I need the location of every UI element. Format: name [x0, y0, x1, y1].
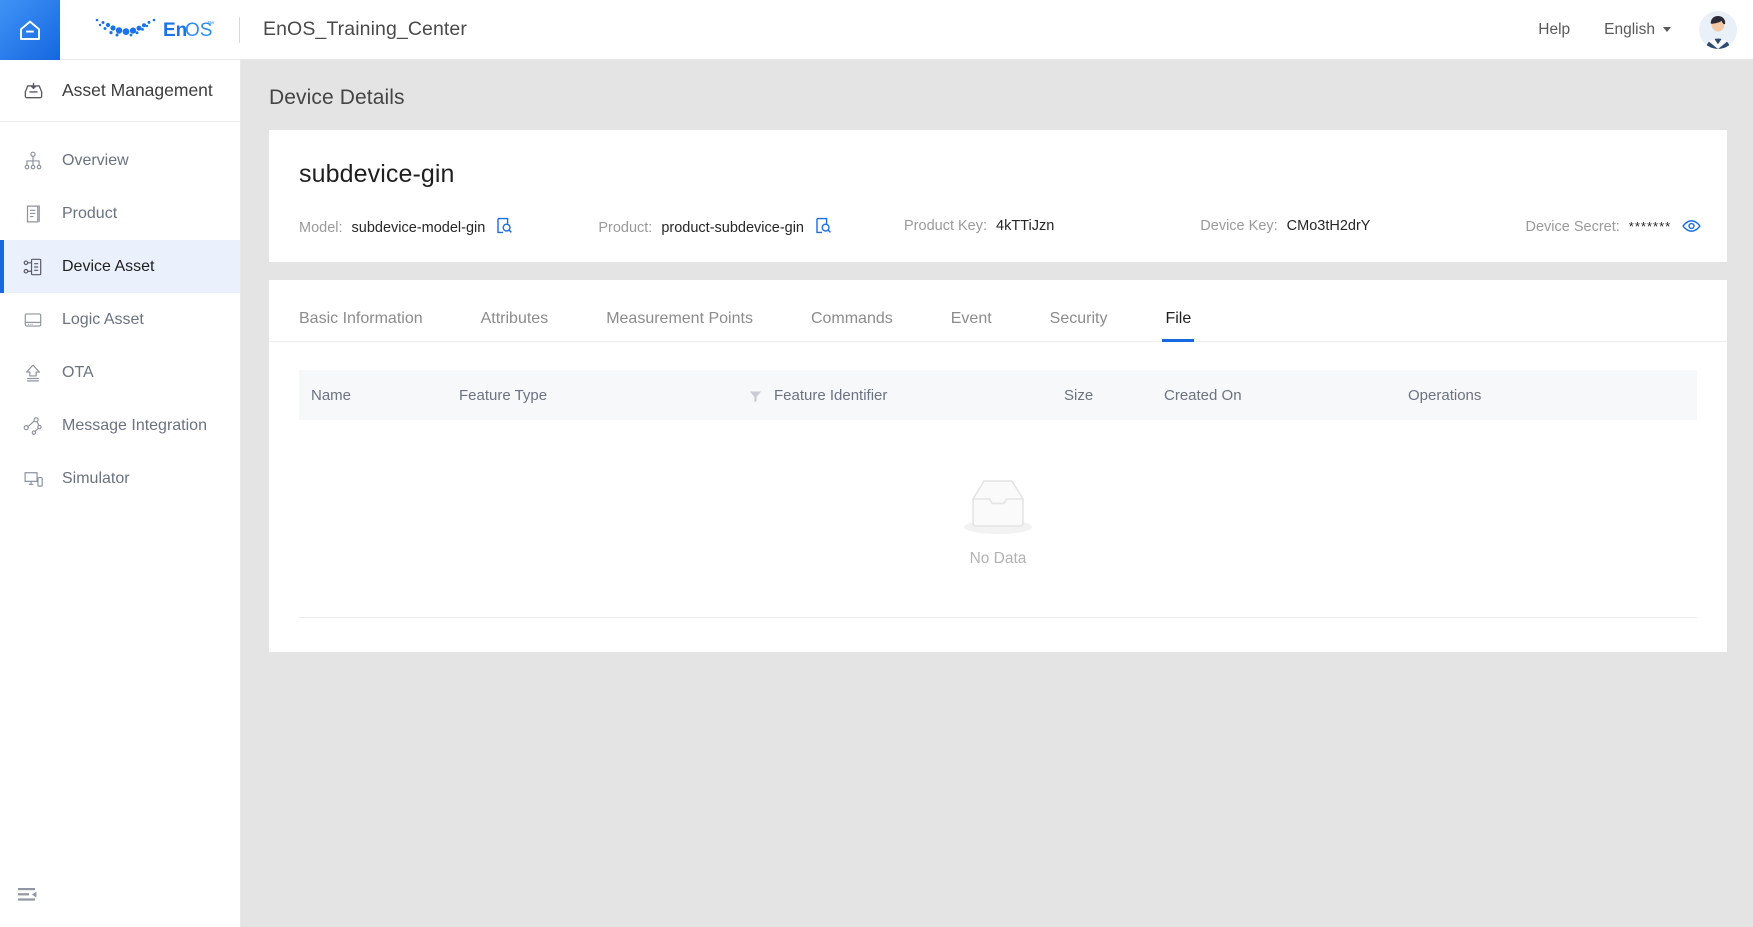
app-title: EnOS_Training_Center	[263, 18, 467, 40]
avatar[interactable]	[1699, 10, 1737, 49]
server-icon	[22, 309, 52, 331]
device-name: subdevice-gin	[299, 160, 455, 188]
sidebar-item-label: Logic Asset	[62, 310, 144, 328]
sidebar-item-label: Message Integration	[62, 416, 207, 434]
main-content: Device Details subdevice-gin Model: subd…	[241, 60, 1753, 927]
svg-text:™: ™	[207, 21, 214, 28]
sidebar-nav: Overview Product Device Asset Logic Asse…	[0, 122, 240, 505]
home-button[interactable]	[0, 0, 60, 60]
file-table: Name Feature Type Feature Identifier Siz…	[269, 342, 1727, 652]
field-value: product-subdevice-gin	[661, 220, 804, 236]
device-node-icon	[22, 256, 52, 278]
field-value: subdevice-model-gin	[351, 220, 486, 236]
monitor-phone-icon	[22, 468, 52, 490]
language-label: English	[1604, 20, 1655, 38]
sidebar-item-message-integration[interactable]: Message Integration	[0, 399, 240, 452]
table-header-row: Name Feature Type Feature Identifier Siz…	[299, 370, 1697, 420]
eye-icon[interactable]	[1682, 219, 1701, 233]
field-value: 4kTTiJzn	[996, 217, 1055, 234]
table-empty-state: No Data	[299, 420, 1697, 618]
field-label: Product Key:	[904, 217, 988, 234]
column-header-operations: Operations	[1408, 386, 1482, 404]
help-link[interactable]: Help	[1538, 21, 1570, 39]
field-value: *******	[1628, 218, 1672, 234]
column-header-created-on: Created On	[1164, 386, 1242, 404]
sidebar-item-overview[interactable]: Overview	[0, 134, 240, 187]
column-header-size: Size	[1064, 386, 1094, 404]
sidebar-item-label: Overview	[62, 151, 129, 169]
tab-basic-information[interactable]: Basic Information	[299, 310, 423, 341]
empty-state-label: No Data	[969, 550, 1027, 567]
column-header-feature-type: Feature Type	[459, 386, 548, 404]
sitemap-icon	[22, 150, 52, 172]
page-title: Device Details	[269, 86, 405, 109]
device-field-product-key: Product Key: 4kTTiJzn	[904, 218, 1054, 234]
device-field-device-key: Device Key: CMo3tH2drY	[1200, 218, 1370, 234]
sidebar-item-device-asset[interactable]: Device Asset	[0, 240, 240, 293]
sidebar-item-label: Device Asset	[62, 257, 155, 275]
device-summary-card: subdevice-gin Model: subdevice-model-gin…	[269, 130, 1727, 262]
column-header-label: Feature Identifier	[774, 386, 888, 404]
sidebar-item-ota[interactable]: OTA	[0, 346, 240, 399]
sidebar-item-label: Product	[62, 204, 118, 222]
sidebar-item-label: Simulator	[62, 469, 130, 487]
inbox-download-icon	[22, 79, 52, 102]
search-document-icon[interactable]	[815, 217, 831, 234]
sidebar-item-label: OTA	[62, 363, 94, 381]
upload-arrow-icon	[22, 362, 52, 384]
brand-divider	[239, 16, 240, 43]
sidebar-header-label: Asset Management	[62, 80, 213, 100]
device-field-model: Model: subdevice-model-gin	[299, 215, 513, 236]
device-field-product: Product: product-subdevice-gin	[598, 215, 831, 236]
language-selector[interactable]: English	[1604, 21, 1671, 39]
field-label: Model:	[299, 220, 343, 236]
document-icon	[22, 203, 52, 225]
device-detail-tabs-card: Basic Information Attributes Measurement…	[269, 280, 1727, 652]
field-value: CMo3tH2drY	[1286, 217, 1371, 234]
sidebar-item-simulator[interactable]: Simulator	[0, 452, 240, 505]
sidebar-item-product[interactable]: Product	[0, 187, 240, 240]
field-label: Product:	[598, 220, 653, 236]
tab-commands[interactable]: Commands	[811, 310, 893, 341]
share-nodes-icon	[22, 415, 52, 437]
field-label: Device Key:	[1200, 217, 1278, 234]
search-document-icon[interactable]	[496, 217, 513, 234]
sidebar-collapse-icon	[18, 887, 38, 903]
chevron-down-icon	[1663, 27, 1671, 32]
home-icon	[16, 16, 44, 44]
field-label: Device Secret:	[1525, 218, 1620, 235]
top-bar: En OS ™ EnOS_Training_Center Help Englis…	[0, 0, 1753, 60]
column-header-feature-identifier: Feature Identifier	[749, 387, 1064, 404]
sidebar-collapse-button[interactable]	[18, 887, 38, 903]
empty-box-icon	[953, 469, 1043, 546]
device-field-device-secret: Device Secret: *******	[1525, 217, 1701, 235]
tab-attributes[interactable]: Attributes	[481, 310, 549, 341]
top-bar-actions: Help English	[1538, 0, 1753, 60]
svg-text:En: En	[163, 20, 187, 41]
tab-security[interactable]: Security	[1050, 310, 1108, 341]
sidebar-header: Asset Management	[0, 60, 240, 122]
device-meta-row: Model: subdevice-model-gin Product: prod…	[299, 215, 1701, 236]
tab-event[interactable]: Event	[951, 310, 992, 341]
tab-file[interactable]: File	[1162, 310, 1195, 342]
sidebar-item-logic-asset[interactable]: Logic Asset	[0, 293, 240, 346]
tab-measurement-points[interactable]: Measurement Points	[606, 310, 753, 341]
sidebar: Asset Management Overview Product Device…	[0, 60, 241, 927]
brand: En OS ™ EnOS_Training_Center	[87, 0, 467, 60]
filter-icon[interactable]	[749, 390, 762, 403]
column-header-name: Name	[311, 386, 352, 404]
tab-bar: Basic Information Attributes Measurement…	[269, 280, 1727, 342]
enos-logo-icon: En OS ™	[87, 13, 215, 47]
